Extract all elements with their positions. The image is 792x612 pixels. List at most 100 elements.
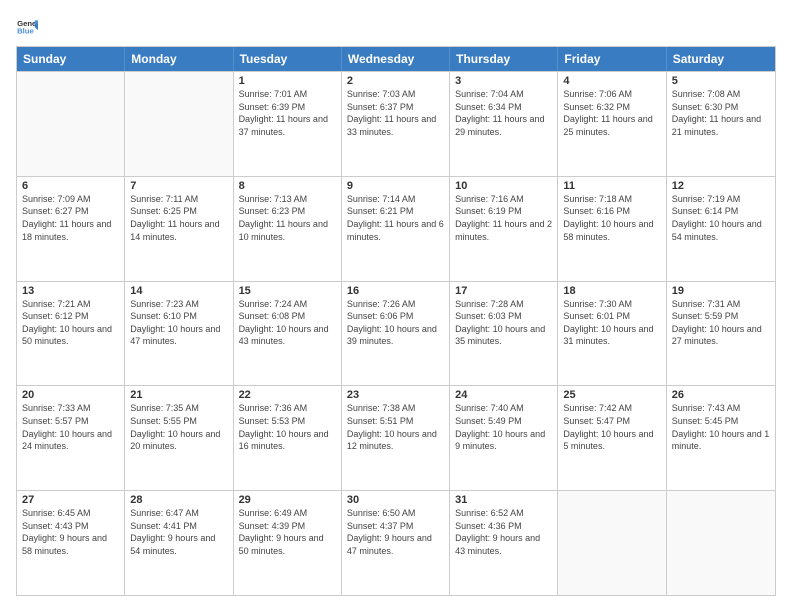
day-info: Sunrise: 7:30 AM Sunset: 6:01 PM Dayligh… [563, 298, 660, 348]
day-number: 5 [672, 75, 770, 87]
day-info: Sunrise: 7:18 AM Sunset: 6:16 PM Dayligh… [563, 193, 660, 243]
calendar-cell: 19Sunrise: 7:31 AM Sunset: 5:59 PM Dayli… [667, 282, 775, 386]
calendar-cell: 20Sunrise: 7:33 AM Sunset: 5:57 PM Dayli… [17, 386, 125, 490]
day-info: Sunrise: 7:03 AM Sunset: 6:37 PM Dayligh… [347, 88, 444, 138]
calendar-cell: 22Sunrise: 7:36 AM Sunset: 5:53 PM Dayli… [234, 386, 342, 490]
day-info: Sunrise: 7:35 AM Sunset: 5:55 PM Dayligh… [130, 402, 227, 452]
header-day-monday: Monday [125, 47, 233, 71]
calendar-cell: 12Sunrise: 7:19 AM Sunset: 6:14 PM Dayli… [667, 177, 775, 281]
page-header: General Blue [16, 16, 776, 38]
day-info: Sunrise: 7:28 AM Sunset: 6:03 PM Dayligh… [455, 298, 552, 348]
day-info: Sunrise: 7:36 AM Sunset: 5:53 PM Dayligh… [239, 402, 336, 452]
day-number: 17 [455, 285, 552, 297]
calendar-cell: 6Sunrise: 7:09 AM Sunset: 6:27 PM Daylig… [17, 177, 125, 281]
day-info: Sunrise: 7:26 AM Sunset: 6:06 PM Dayligh… [347, 298, 444, 348]
calendar-cell: 3Sunrise: 7:04 AM Sunset: 6:34 PM Daylig… [450, 72, 558, 176]
calendar-cell [667, 491, 775, 595]
day-number: 14 [130, 285, 227, 297]
header-day-saturday: Saturday [667, 47, 775, 71]
day-number: 10 [455, 180, 552, 192]
day-number: 15 [239, 285, 336, 297]
day-info: Sunrise: 6:45 AM Sunset: 4:43 PM Dayligh… [22, 507, 119, 557]
calendar-cell: 26Sunrise: 7:43 AM Sunset: 5:45 PM Dayli… [667, 386, 775, 490]
day-number: 25 [563, 389, 660, 401]
calendar-body: 1Sunrise: 7:01 AM Sunset: 6:39 PM Daylig… [17, 71, 775, 595]
calendar-cell: 13Sunrise: 7:21 AM Sunset: 6:12 PM Dayli… [17, 282, 125, 386]
day-number: 9 [347, 180, 444, 192]
day-info: Sunrise: 7:40 AM Sunset: 5:49 PM Dayligh… [455, 402, 552, 452]
day-info: Sunrise: 7:23 AM Sunset: 6:10 PM Dayligh… [130, 298, 227, 348]
day-number: 30 [347, 494, 444, 506]
calendar-cell: 28Sunrise: 6:47 AM Sunset: 4:41 PM Dayli… [125, 491, 233, 595]
day-info: Sunrise: 7:21 AM Sunset: 6:12 PM Dayligh… [22, 298, 119, 348]
day-number: 6 [22, 180, 119, 192]
day-info: Sunrise: 6:47 AM Sunset: 4:41 PM Dayligh… [130, 507, 227, 557]
calendar-cell: 11Sunrise: 7:18 AM Sunset: 6:16 PM Dayli… [558, 177, 666, 281]
day-number: 19 [672, 285, 770, 297]
calendar-row-5: 27Sunrise: 6:45 AM Sunset: 4:43 PM Dayli… [17, 490, 775, 595]
calendar-cell: 10Sunrise: 7:16 AM Sunset: 6:19 PM Dayli… [450, 177, 558, 281]
header-day-wednesday: Wednesday [342, 47, 450, 71]
calendar-cell: 24Sunrise: 7:40 AM Sunset: 5:49 PM Dayli… [450, 386, 558, 490]
calendar-cell: 23Sunrise: 7:38 AM Sunset: 5:51 PM Dayli… [342, 386, 450, 490]
calendar-cell: 8Sunrise: 7:13 AM Sunset: 6:23 PM Daylig… [234, 177, 342, 281]
day-info: Sunrise: 7:19 AM Sunset: 6:14 PM Dayligh… [672, 193, 770, 243]
day-number: 7 [130, 180, 227, 192]
day-number: 16 [347, 285, 444, 297]
calendar-cell: 9Sunrise: 7:14 AM Sunset: 6:21 PM Daylig… [342, 177, 450, 281]
calendar-cell: 17Sunrise: 7:28 AM Sunset: 6:03 PM Dayli… [450, 282, 558, 386]
header-day-tuesday: Tuesday [234, 47, 342, 71]
day-info: Sunrise: 7:09 AM Sunset: 6:27 PM Dayligh… [22, 193, 119, 243]
day-number: 13 [22, 285, 119, 297]
calendar-cell: 30Sunrise: 6:50 AM Sunset: 4:37 PM Dayli… [342, 491, 450, 595]
day-number: 11 [563, 180, 660, 192]
calendar-row-2: 6Sunrise: 7:09 AM Sunset: 6:27 PM Daylig… [17, 176, 775, 281]
day-info: Sunrise: 7:13 AM Sunset: 6:23 PM Dayligh… [239, 193, 336, 243]
calendar-cell: 15Sunrise: 7:24 AM Sunset: 6:08 PM Dayli… [234, 282, 342, 386]
day-number: 3 [455, 75, 552, 87]
logo: General Blue [16, 16, 38, 38]
calendar-cell: 4Sunrise: 7:06 AM Sunset: 6:32 PM Daylig… [558, 72, 666, 176]
day-number: 24 [455, 389, 552, 401]
day-info: Sunrise: 7:24 AM Sunset: 6:08 PM Dayligh… [239, 298, 336, 348]
day-number: 20 [22, 389, 119, 401]
day-info: Sunrise: 7:14 AM Sunset: 6:21 PM Dayligh… [347, 193, 444, 243]
day-number: 8 [239, 180, 336, 192]
day-number: 12 [672, 180, 770, 192]
header-day-sunday: Sunday [17, 47, 125, 71]
header-day-friday: Friday [558, 47, 666, 71]
calendar-row-1: 1Sunrise: 7:01 AM Sunset: 6:39 PM Daylig… [17, 71, 775, 176]
svg-text:Blue: Blue [17, 27, 34, 36]
day-number: 26 [672, 389, 770, 401]
calendar-row-3: 13Sunrise: 7:21 AM Sunset: 6:12 PM Dayli… [17, 281, 775, 386]
day-info: Sunrise: 6:49 AM Sunset: 4:39 PM Dayligh… [239, 507, 336, 557]
day-number: 18 [563, 285, 660, 297]
day-info: Sunrise: 6:52 AM Sunset: 4:36 PM Dayligh… [455, 507, 552, 557]
logo-icon: General Blue [16, 16, 38, 38]
calendar-cell [558, 491, 666, 595]
day-number: 2 [347, 75, 444, 87]
day-info: Sunrise: 7:06 AM Sunset: 6:32 PM Dayligh… [563, 88, 660, 138]
day-info: Sunrise: 7:31 AM Sunset: 5:59 PM Dayligh… [672, 298, 770, 348]
day-info: Sunrise: 6:50 AM Sunset: 4:37 PM Dayligh… [347, 507, 444, 557]
calendar-cell: 5Sunrise: 7:08 AM Sunset: 6:30 PM Daylig… [667, 72, 775, 176]
day-info: Sunrise: 7:04 AM Sunset: 6:34 PM Dayligh… [455, 88, 552, 138]
header-day-thursday: Thursday [450, 47, 558, 71]
calendar-cell: 7Sunrise: 7:11 AM Sunset: 6:25 PM Daylig… [125, 177, 233, 281]
day-info: Sunrise: 7:43 AM Sunset: 5:45 PM Dayligh… [672, 402, 770, 452]
calendar-cell: 25Sunrise: 7:42 AM Sunset: 5:47 PM Dayli… [558, 386, 666, 490]
day-number: 28 [130, 494, 227, 506]
day-info: Sunrise: 7:08 AM Sunset: 6:30 PM Dayligh… [672, 88, 770, 138]
day-info: Sunrise: 7:42 AM Sunset: 5:47 PM Dayligh… [563, 402, 660, 452]
day-info: Sunrise: 7:01 AM Sunset: 6:39 PM Dayligh… [239, 88, 336, 138]
calendar-cell: 31Sunrise: 6:52 AM Sunset: 4:36 PM Dayli… [450, 491, 558, 595]
calendar-cell: 2Sunrise: 7:03 AM Sunset: 6:37 PM Daylig… [342, 72, 450, 176]
calendar-header: SundayMondayTuesdayWednesdayThursdayFrid… [17, 47, 775, 71]
day-number: 22 [239, 389, 336, 401]
calendar-cell: 29Sunrise: 6:49 AM Sunset: 4:39 PM Dayli… [234, 491, 342, 595]
day-info: Sunrise: 7:33 AM Sunset: 5:57 PM Dayligh… [22, 402, 119, 452]
day-number: 21 [130, 389, 227, 401]
day-info: Sunrise: 7:16 AM Sunset: 6:19 PM Dayligh… [455, 193, 552, 243]
calendar: SundayMondayTuesdayWednesdayThursdayFrid… [16, 46, 776, 596]
calendar-cell: 14Sunrise: 7:23 AM Sunset: 6:10 PM Dayli… [125, 282, 233, 386]
